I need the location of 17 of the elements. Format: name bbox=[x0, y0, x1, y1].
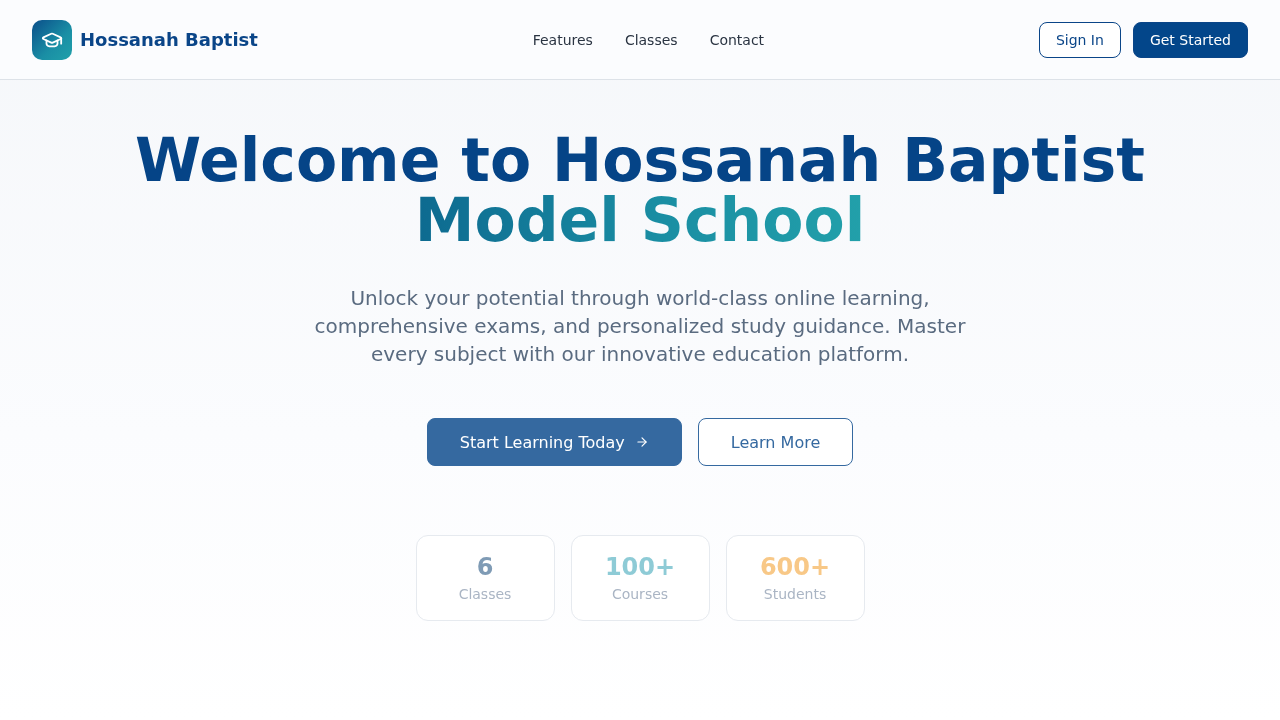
get-started-button[interactable]: Get Started bbox=[1132, 21, 1248, 58]
nav-link[interactable]: Classes bbox=[624, 31, 678, 48]
graduation-cap-logo-icon bbox=[32, 19, 72, 60]
nav-link[interactable]: Contact bbox=[709, 31, 765, 48]
stat-value: 6 bbox=[476, 552, 494, 582]
arrow-right-icon bbox=[634, 435, 649, 449]
brand-name: Hossanah Baptist bbox=[80, 29, 258, 50]
learn-more-button[interactable]: Learn More bbox=[697, 418, 854, 466]
stat-value: 100+ bbox=[604, 552, 676, 582]
nav-link[interactable]: Features bbox=[532, 31, 593, 48]
stat-label: Students bbox=[763, 585, 827, 604]
start-learning-button[interactable]: Start Learning Today bbox=[426, 418, 682, 466]
stat-label: Courses bbox=[611, 585, 669, 604]
sign-in-button[interactable]: Sign In bbox=[1038, 21, 1121, 58]
hero-description: Unlock your potential through world-class online learning, comprehensive exams, and personalized study guidance. Master every subject with our innovative education platform. bbox=[313, 285, 967, 368]
stat-value: 600+ bbox=[759, 552, 831, 582]
stat-label: Classes bbox=[458, 585, 512, 604]
